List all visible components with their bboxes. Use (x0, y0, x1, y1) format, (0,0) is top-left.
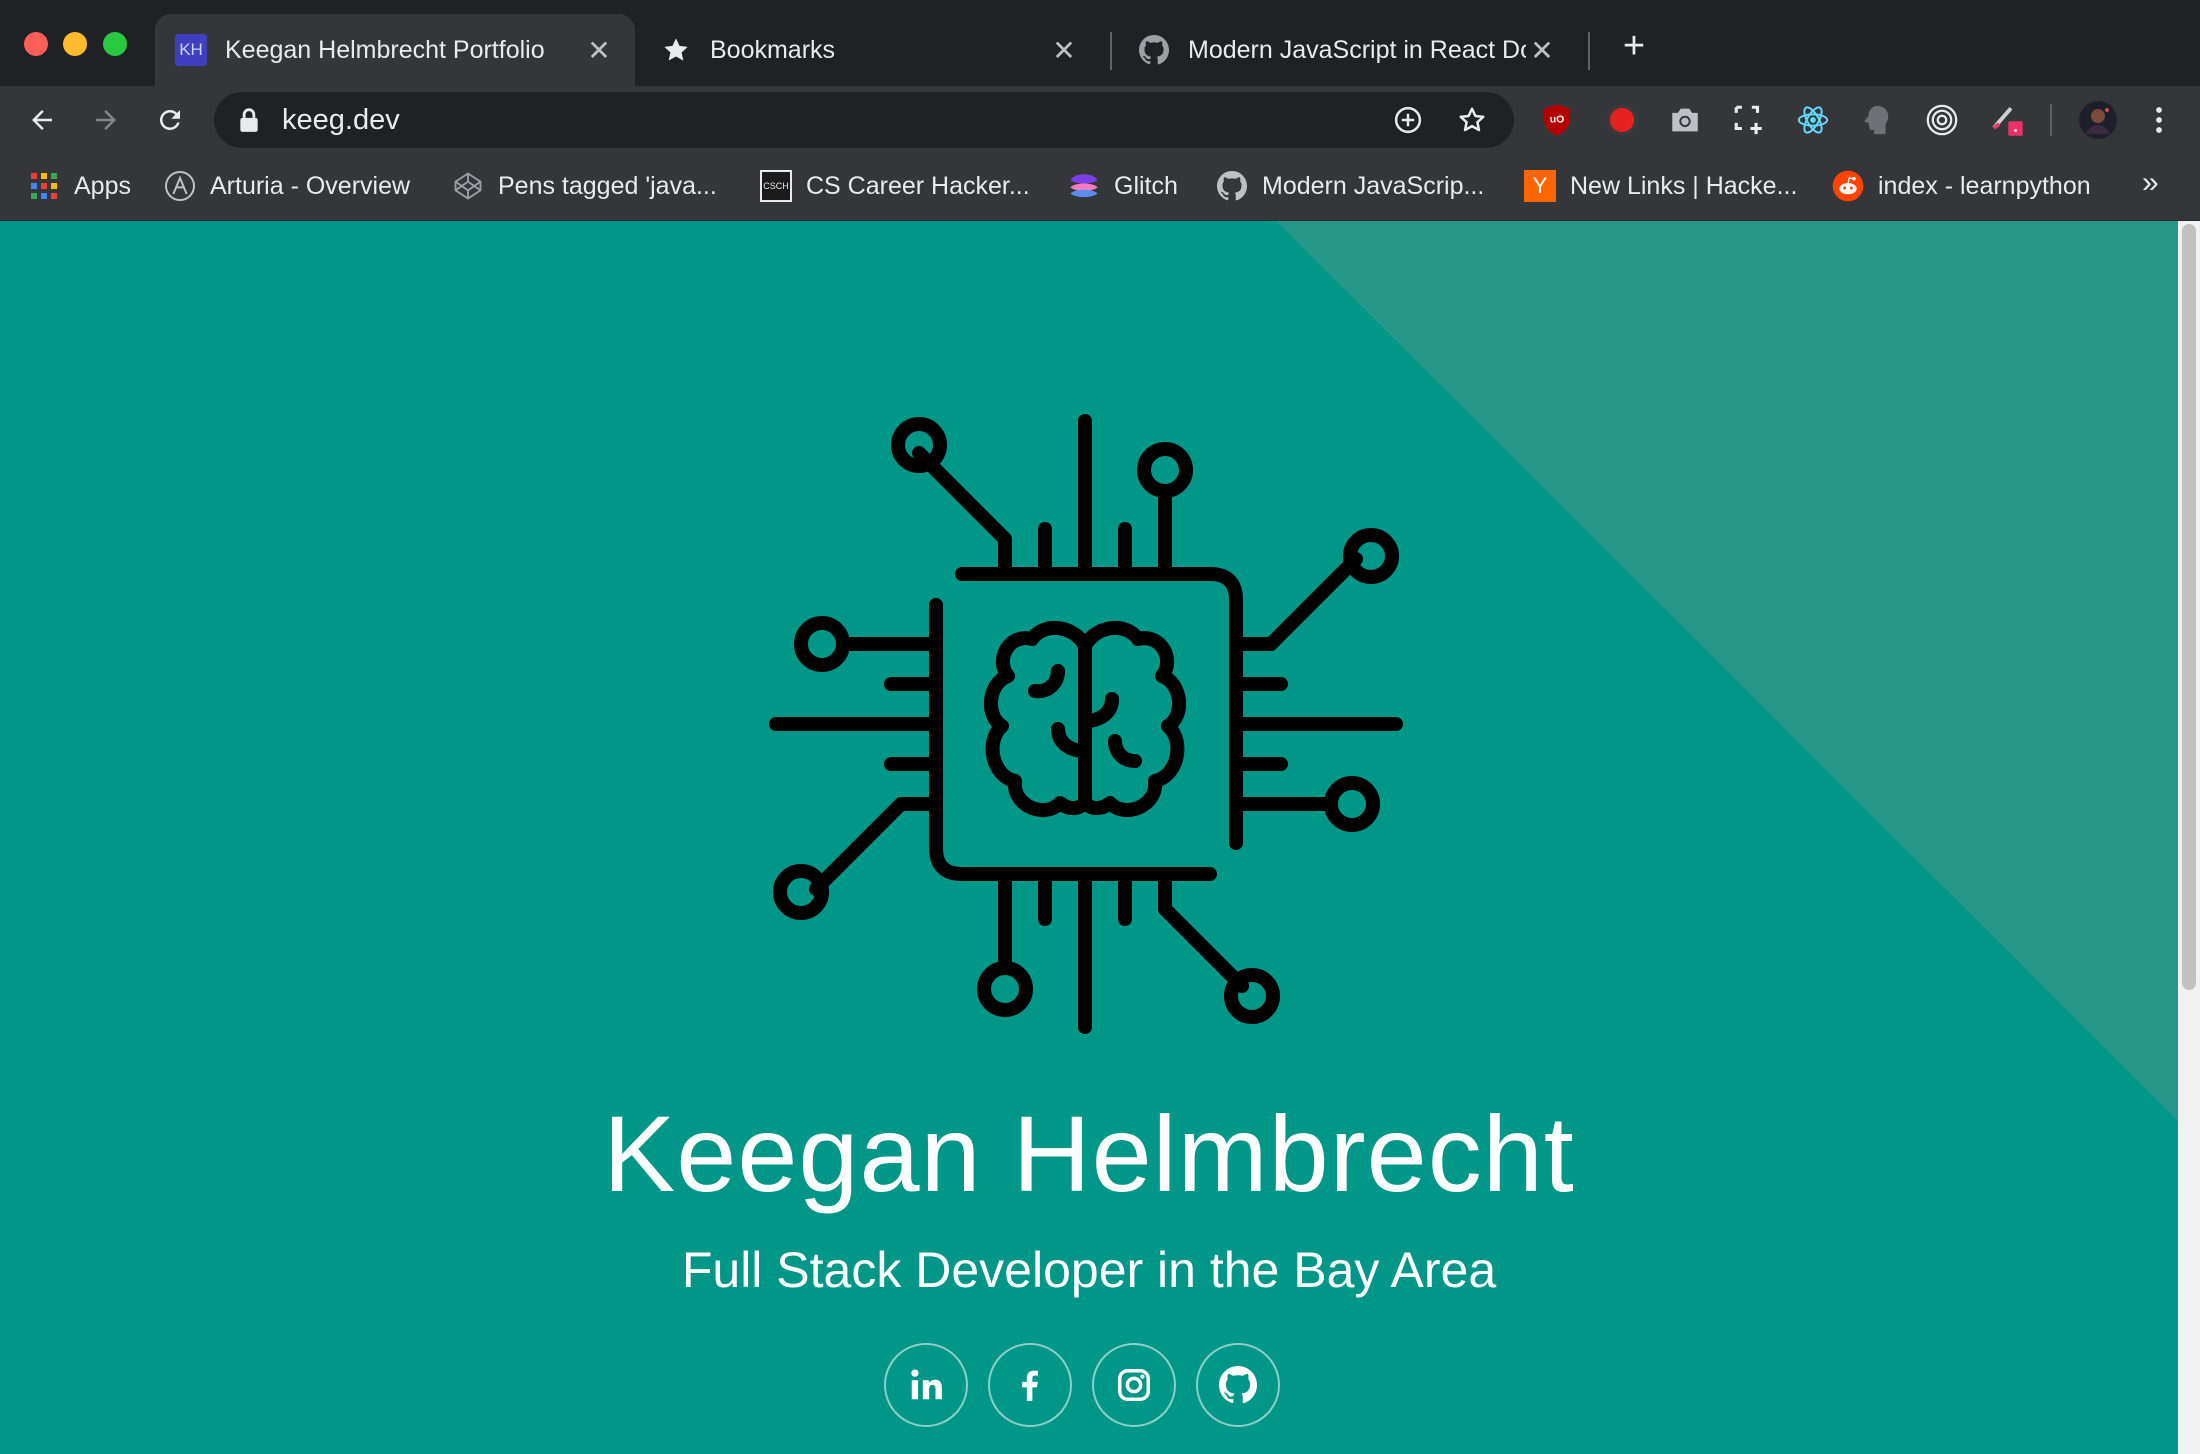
profile-avatar[interactable] (2078, 100, 2118, 140)
hacker-news-icon: Y (1524, 170, 1556, 202)
glitch-icon (1068, 170, 1100, 202)
facebook-icon (1022, 1370, 1038, 1401)
reddit-icon (1832, 170, 1864, 202)
forward-button[interactable] (86, 100, 126, 140)
head-extension-icon[interactable] (1860, 103, 1894, 137)
bookmarks-bar: Apps Arturia - Overview Pens tagged 'jav… (0, 152, 2200, 221)
bookmark-arturia[interactable]: Arturia - Overview (164, 166, 410, 206)
tab-modern-javascript[interactable]: Modern JavaScript in React Do ✕ (1118, 14, 1578, 86)
github-link[interactable] (1196, 1343, 1280, 1427)
minimize-window-button[interactable] (63, 32, 87, 56)
bookmark-cs-career[interactable]: CSCH CS Career Hacker... (760, 166, 1030, 206)
linkedin-icon (911, 1369, 942, 1400)
react-devtools-icon[interactable] (1796, 103, 1830, 137)
address-bar[interactable]: keeg.dev (214, 92, 1514, 148)
reload-icon (159, 109, 180, 130)
install-app-icon[interactable] (1392, 104, 1424, 136)
cs-career-icon: CSCH (760, 170, 792, 202)
close-tab-icon[interactable]: ✕ (1048, 34, 1080, 67)
tab-title: Keegan Helmbrecht Portfolio (225, 35, 545, 64)
tab-portfolio[interactable]: KH Keegan Helmbrecht Portfolio ✕ (155, 14, 635, 86)
color-picker-icon[interactable] (1990, 103, 2024, 137)
hero-name: Keegan Helmbrecht (603, 1093, 1575, 1214)
camera-icon[interactable] (1668, 103, 1702, 137)
tab-title: Modern JavaScript in React Do (1188, 35, 1526, 64)
bookmark-label: Pens tagged 'java... (498, 171, 717, 200)
bookmark-apps[interactable]: Apps (28, 166, 131, 206)
lock-icon (238, 107, 260, 138)
browser-menu-icon[interactable] (2142, 103, 2176, 137)
github-icon (1216, 170, 1248, 202)
maximize-window-button[interactable] (103, 32, 127, 56)
more-bookmarks-button[interactable]: » (2142, 166, 2159, 200)
tab-title: Bookmarks (710, 35, 836, 64)
back-button[interactable] (22, 100, 62, 140)
bookmark-codepen[interactable]: Pens tagged 'java... (452, 166, 717, 206)
reload-button[interactable] (150, 100, 190, 140)
close-tab-icon[interactable]: ✕ (583, 34, 615, 67)
bookmark-label: Modern JavaScrip... (1262, 171, 1485, 200)
scrollbar-thumb[interactable] (2182, 224, 2196, 990)
tab-separator (1588, 32, 1590, 70)
bookmark-label: Glitch (1114, 171, 1178, 200)
bookmark-glitch[interactable]: Glitch (1068, 166, 1178, 206)
bookmark-label: CS Career Hacker... (806, 171, 1030, 200)
github-icon (1138, 34, 1170, 66)
arrow-left-icon (32, 110, 52, 130)
close-window-button[interactable] (24, 32, 48, 56)
bookmark-hacker-news[interactable]: Y New Links | Hacke... (1524, 166, 1797, 206)
star-icon (660, 34, 692, 66)
toolbar-separator (2050, 104, 2052, 136)
ublock-icon[interactable]: uO (1540, 103, 1574, 137)
bookmark-label: Apps (74, 171, 131, 200)
social-links (884, 1343, 1280, 1429)
kh-favicon-icon: KH (175, 34, 207, 66)
apps-grid-icon (28, 170, 60, 202)
bookmark-label: Arturia - Overview (210, 171, 411, 200)
instagram-icon (1118, 1369, 1150, 1401)
new-tab-button[interactable]: + (1614, 26, 1654, 66)
bookmark-label: New Links | Hacke... (1570, 171, 1798, 200)
target-rings-icon[interactable] (1925, 103, 1959, 137)
bookmark-learnpython[interactable]: index - learnpython (1832, 166, 2091, 206)
url-text: keeg.dev (282, 104, 400, 136)
page-viewport: Keegan Helmbrecht Full Stack Developer i… (0, 221, 2178, 1454)
linkedin-link[interactable] (884, 1343, 968, 1427)
codepen-icon (452, 170, 484, 202)
browser-toolbar: keeg.dev uO (0, 86, 2200, 152)
tab-strip: KH Keegan Helmbrecht Portfolio ✕ Bookmar… (0, 0, 2200, 86)
instagram-link[interactable] (1092, 1343, 1176, 1427)
brain-chip-logo-icon (769, 414, 1403, 1034)
tab-bookmarks[interactable]: Bookmarks ✕ (640, 14, 1100, 86)
bookmark-label: index - learnpython (1878, 171, 2091, 200)
bookmark-modern-javascript[interactable]: Modern JavaScrip... (1216, 166, 1484, 206)
bookmark-star-icon[interactable] (1456, 104, 1488, 136)
close-tab-icon[interactable]: ✕ (1526, 34, 1558, 67)
tab-separator (1110, 32, 1112, 70)
svg-text:uO: uO (1550, 115, 1565, 126)
screenshot-crop-icon[interactable] (1732, 103, 1766, 137)
arrow-right-icon (96, 110, 116, 130)
record-icon[interactable] (1605, 103, 1639, 137)
facebook-link[interactable] (988, 1343, 1072, 1427)
github-icon (1219, 1366, 1257, 1404)
arturia-icon (164, 170, 196, 202)
hero-subtitle: Full Stack Developer in the Bay Area (681, 1242, 1497, 1298)
